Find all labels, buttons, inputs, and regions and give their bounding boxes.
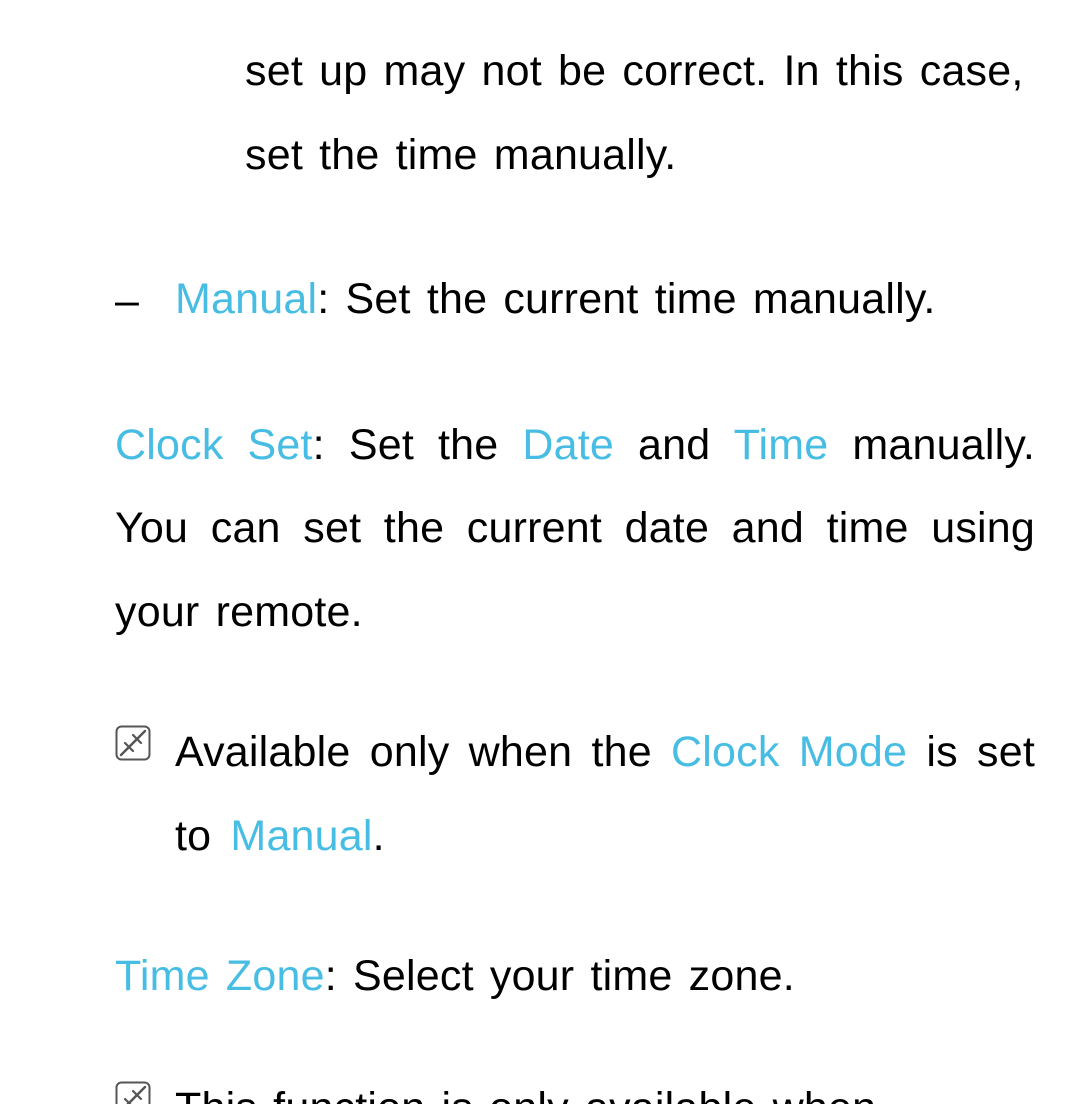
manual-description: : Set the current time manually.: [317, 275, 935, 323]
timezone-term: Time Zone: [115, 952, 325, 1000]
manual-bullet-item: – Manual: Set the current time manually.: [115, 258, 1035, 344]
note2-body: This function is only available when: [175, 1067, 1035, 1104]
note1-end: .: [373, 812, 385, 860]
date-term: Date: [522, 421, 614, 469]
time-term: Time: [734, 421, 829, 469]
clockset-paragraph: Clock Set: Set the Date and Time manuall…: [115, 404, 1035, 656]
note-icon: [115, 725, 151, 761]
note2-text: This function is only available when: [175, 1084, 876, 1104]
note1-pre: Available only when the: [175, 728, 671, 776]
intro-fragment-text: set up may not be correct. In this case,…: [115, 30, 1035, 198]
note-icon-container: [115, 711, 175, 879]
clockset-text-1: : Set the: [313, 421, 523, 469]
note-function-only: This function is only available when: [115, 1067, 1035, 1104]
bullet-dash: –: [115, 258, 175, 344]
manual-bullet-body: Manual: Set the current time manually.: [175, 258, 1035, 344]
clockmode-term: Clock Mode: [671, 728, 907, 776]
note-icon-container-2: [115, 1067, 175, 1104]
note-icon: [115, 1081, 151, 1104]
manual-term-2: Manual: [230, 812, 372, 860]
note1-body: Available only when the Clock Mode is se…: [175, 711, 1035, 879]
timezone-description: : Select your time zone.: [325, 952, 795, 1000]
manual-page: set up may not be correct. In this case,…: [0, 0, 1080, 1104]
note-available-only: Available only when the Clock Mode is se…: [115, 711, 1035, 879]
clockset-text-and: and: [614, 421, 734, 469]
manual-term: Manual: [175, 275, 317, 323]
clockset-term: Clock Set: [115, 421, 313, 469]
timezone-paragraph: Time Zone: Select your time zone.: [115, 935, 1035, 1019]
